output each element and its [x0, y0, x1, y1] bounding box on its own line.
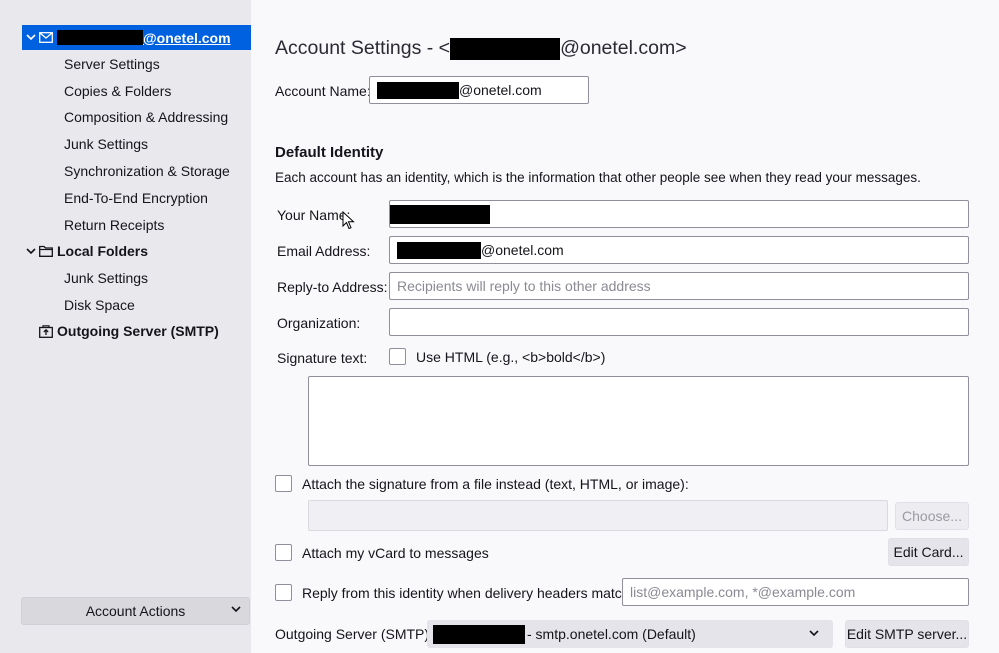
chevron-down-icon: [809, 628, 819, 640]
organization-input[interactable]: [389, 308, 969, 336]
tree-item-label: Return Receipts: [64, 217, 165, 233]
reply-from-identity-label: Reply from this identity when delivery h…: [302, 585, 634, 601]
redacted-name: [390, 204, 490, 224]
mail-envelope-icon: [38, 31, 54, 45]
tree-item-label: Composition & Addressing: [64, 109, 229, 125]
account-tree-sidebar: @onetel.com Server Settings Copies & Fol…: [0, 0, 251, 653]
tree-item-label: Outgoing Server (SMTP): [57, 323, 219, 339]
outgoing-server-select[interactable]: - smtp.onetel.com (Default): [427, 620, 833, 648]
folder-icon: [38, 244, 54, 258]
your-name-label: Your Name:: [277, 207, 351, 223]
organization-label: Organization:: [277, 315, 361, 331]
tree-item-account-onetel[interactable]: @onetel.com: [22, 25, 251, 50]
attach-vcard-label: Attach my vCard to messages: [302, 545, 489, 561]
account-actions-button[interactable]: Account Actions: [21, 597, 250, 625]
delivery-headers-input[interactable]: list@example.com, *@example.com: [622, 578, 969, 606]
chevron-down-icon: [231, 604, 241, 616]
use-html-label: Use HTML (e.g., <b>bold</b>): [416, 349, 606, 365]
email-address-input[interactable]: @onetel.com: [389, 236, 969, 264]
edit-smtp-server-button[interactable]: Edit SMTP server...: [845, 620, 969, 648]
tree-item-disk-space[interactable]: Disk Space: [22, 292, 251, 318]
edit-card-label: Edit Card...: [893, 544, 964, 560]
tree-item-label: Junk Settings: [64, 136, 149, 152]
tree-item-local-junk-settings[interactable]: Junk Settings: [22, 265, 251, 291]
tree-item-label: Server Settings: [64, 56, 160, 72]
tree-item-junk-settings[interactable]: Junk Settings: [22, 131, 251, 157]
tree-item-copies-folders[interactable]: Copies & Folders: [22, 78, 251, 104]
tree-item-label: Disk Space: [64, 297, 135, 313]
tree-item-composition-addressing[interactable]: Composition & Addressing: [22, 104, 251, 130]
attach-signature-file-checkbox[interactable]: [275, 475, 292, 492]
redacted-username: [433, 624, 525, 644]
attach-signature-file-label: Attach the signature from a file instead…: [302, 476, 689, 492]
reply-to-placeholder: Recipients will reply to this other addr…: [397, 278, 651, 294]
tree-item-label: Copies & Folders: [64, 83, 172, 99]
outgoing-server-label: Outgoing Server (SMTP):: [275, 626, 433, 642]
reply-to-input[interactable]: Recipients will reply to this other addr…: [389, 272, 969, 300]
tree-item-server-settings[interactable]: Server Settings: [22, 51, 251, 77]
tree-item-outgoing-server[interactable]: Outgoing Server (SMTP): [22, 318, 251, 344]
account-name-value: @onetel.com: [459, 82, 542, 98]
account-name-input[interactable]: @onetel.com: [369, 76, 589, 104]
reply-from-identity-checkbox[interactable]: [275, 584, 292, 601]
outgoing-server-icon: [38, 324, 54, 338]
chevron-down-icon[interactable]: [24, 247, 38, 255]
account-actions-label: Account Actions: [85, 603, 186, 619]
choose-signature-file-button[interactable]: Choose...: [895, 502, 969, 530]
default-identity-description: Each account has an identity, which is t…: [275, 170, 921, 185]
tree-item-return-receipts[interactable]: Return Receipts: [22, 212, 251, 238]
edit-smtp-label: Edit SMTP server...: [846, 626, 968, 642]
delivery-headers-placeholder: list@example.com, *@example.com: [630, 584, 856, 600]
tree-item-synchronization-storage[interactable]: Synchronization & Storage: [22, 158, 251, 184]
account-settings-pane: Account Settings - < @onetel.com> Account…: [251, 0, 999, 653]
redacted-username: [397, 241, 481, 259]
mouse-cursor-icon: [342, 211, 355, 230]
chevron-down-icon[interactable]: [24, 34, 38, 41]
account-name-label: Account Name:: [275, 83, 371, 99]
tree-item-label: End-To-End Encryption: [64, 190, 208, 206]
redacted-username: [450, 37, 561, 60]
attach-vcard-checkbox[interactable]: [275, 544, 292, 561]
email-address-label: Email Address:: [277, 243, 371, 259]
your-name-input[interactable]: [389, 200, 969, 228]
outgoing-server-value: - smtp.onetel.com (Default): [527, 626, 696, 642]
tree-item-label: Local Folders: [57, 243, 149, 259]
choose-button-label: Choose...: [902, 508, 962, 524]
reply-to-label: Reply-to Address:: [277, 279, 388, 295]
signature-text-label: Signature text:: [277, 350, 368, 366]
tree-item-local-folders[interactable]: Local Folders: [22, 238, 251, 264]
page-title: Account Settings - < @onetel.com>: [275, 37, 687, 60]
use-html-checkbox[interactable]: [389, 348, 406, 365]
email-address-value: @onetel.com: [481, 242, 564, 258]
tree-item-label: Synchronization & Storage: [64, 163, 230, 179]
signature-textarea[interactable]: [308, 376, 969, 466]
account-name-suffix: @onetel.com: [143, 29, 231, 46]
tree-item-label: Junk Settings: [64, 270, 149, 286]
page-title-prefix: Account Settings - <: [275, 37, 451, 59]
page-title-suffix: @onetel.com>: [560, 37, 687, 59]
edit-card-button[interactable]: Edit Card...: [888, 538, 969, 566]
redacted-username: [57, 30, 143, 45]
redacted-username: [377, 81, 459, 99]
tree-item-end-to-end-encryption[interactable]: End-To-End Encryption: [22, 185, 251, 211]
signature-file-path-input[interactable]: [308, 500, 888, 531]
default-identity-heading: Default Identity: [275, 144, 384, 161]
